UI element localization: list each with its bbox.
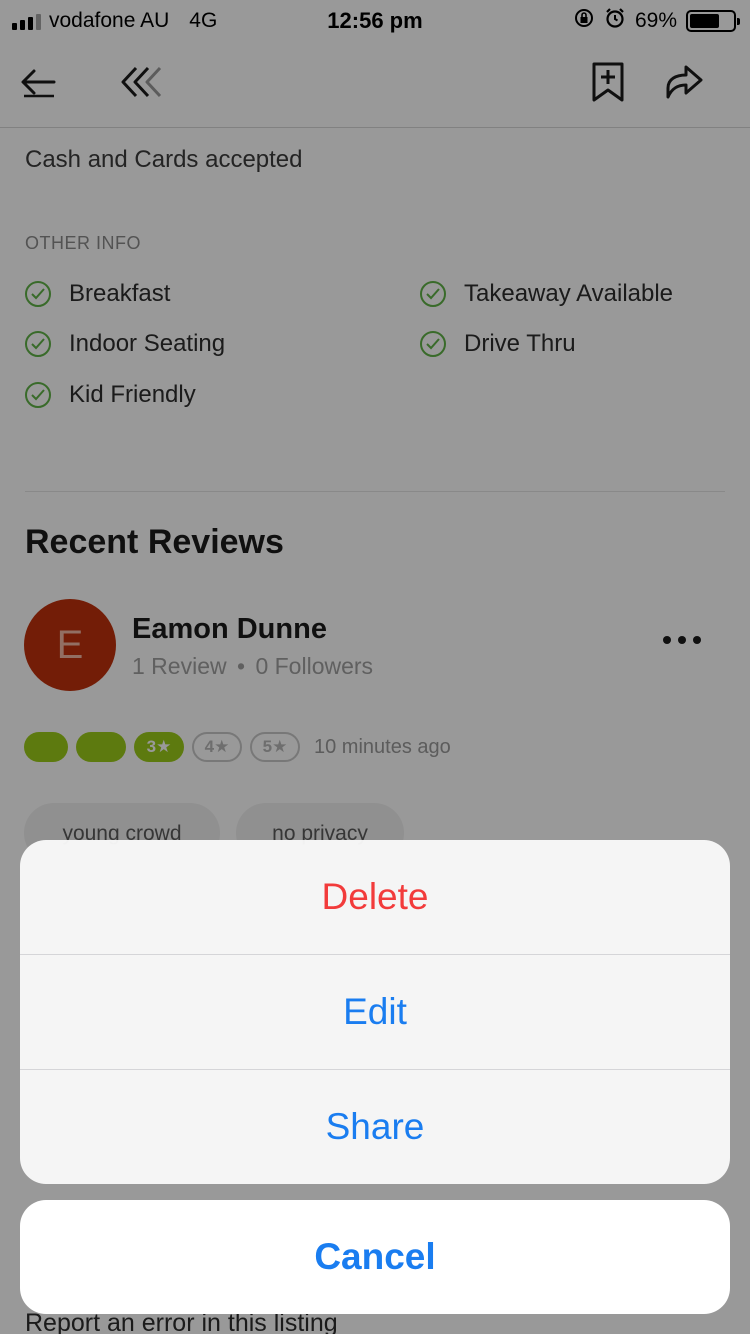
delete-button[interactable]: Delete bbox=[20, 840, 730, 955]
edit-button[interactable]: Edit bbox=[20, 955, 730, 1070]
cancel-button[interactable]: Cancel bbox=[20, 1200, 730, 1314]
share-button[interactable]: Share bbox=[20, 1070, 730, 1184]
action-sheet: Delete Edit Share bbox=[20, 840, 730, 1184]
